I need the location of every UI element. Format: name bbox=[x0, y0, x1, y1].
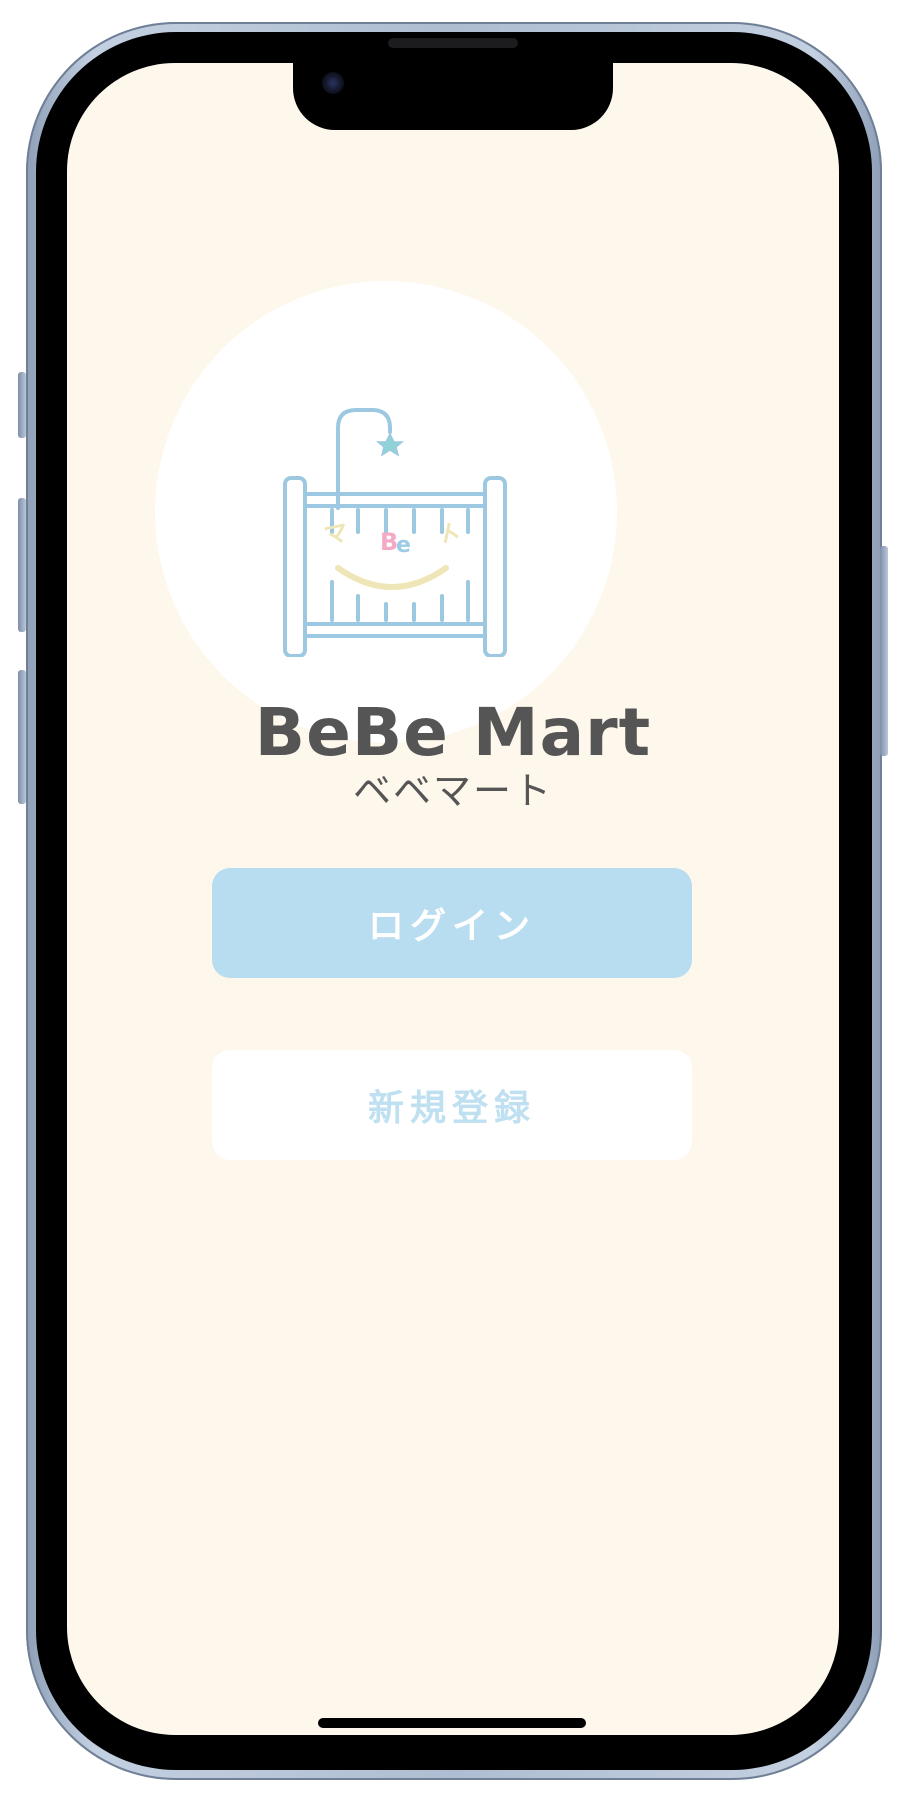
action-button bbox=[18, 372, 26, 438]
earpiece-speaker bbox=[388, 38, 518, 48]
volume-down-button bbox=[18, 670, 26, 804]
logo-left-char: マ bbox=[321, 518, 350, 550]
smile-arc-icon bbox=[335, 565, 449, 590]
logo-right-char: ト bbox=[435, 518, 464, 550]
volume-up-button bbox=[18, 498, 26, 632]
home-indicator[interactable] bbox=[318, 1718, 586, 1728]
star-icon bbox=[375, 432, 405, 457]
brand-name-kana: ベベマート bbox=[352, 769, 553, 813]
register-button[interactable]: 新規登録 bbox=[212, 1050, 692, 1160]
power-button bbox=[880, 546, 888, 756]
crib-logo-icon: マ ト B e bbox=[283, 408, 507, 657]
login-button[interactable]: ログイン bbox=[212, 868, 692, 978]
front-camera-icon bbox=[322, 72, 344, 94]
logo-be-e: e bbox=[396, 533, 411, 558]
brand-name: BeBe Mart bbox=[254, 694, 652, 771]
